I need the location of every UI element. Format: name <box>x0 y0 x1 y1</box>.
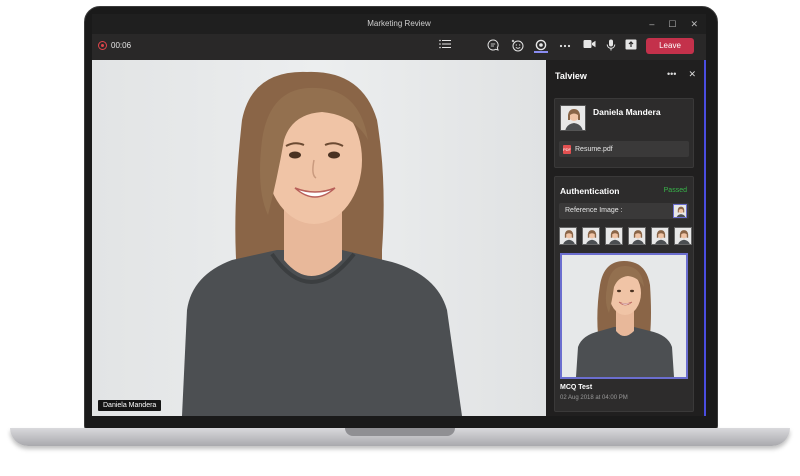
snapshot-thumb[interactable] <box>651 227 669 245</box>
talview-panel: Talview ••• ✕ Daniela Mandera PDF Resume… <box>546 60 706 416</box>
share-icon[interactable] <box>624 39 638 53</box>
screen: Marketing Review – ☐ ✕ 00:06 Leave Danie… <box>92 14 706 416</box>
leave-button[interactable]: Leave <box>646 38 694 54</box>
snapshot-thumb[interactable] <box>674 227 692 245</box>
test-timestamp: 02 Aug 2018 at 04:00 PM <box>560 395 628 401</box>
test-name: MCQ Test <box>560 384 593 391</box>
recording-indicator: 00:06 <box>98 41 131 50</box>
resume-filename: Resume.pdf <box>575 145 613 153</box>
chat-icon[interactable] <box>486 39 500 53</box>
pdf-icon: PDF <box>563 144 571 154</box>
title-bar: Marketing Review – ☐ ✕ <box>92 14 706 34</box>
panel-title: Talview <box>555 71 587 81</box>
close-window-button[interactable]: ✕ <box>690 14 698 34</box>
participant-photo <box>182 71 462 416</box>
laptop-notch <box>345 428 455 436</box>
snapshot-thumb[interactable] <box>582 227 600 245</box>
snapshot-thumb[interactable] <box>559 227 577 245</box>
panel-more-icon[interactable]: ••• <box>667 69 676 80</box>
window-title: Marketing Review <box>367 19 431 28</box>
close-icon[interactable]: ✕ <box>688 69 696 80</box>
apps-icon[interactable] <box>534 39 548 53</box>
candidate-name: Daniela Mandera <box>593 107 661 117</box>
panel-accent-border <box>704 60 706 416</box>
snapshot-thumbnails <box>559 227 692 245</box>
window-controls: – ☐ ✕ <box>649 14 698 34</box>
snapshot-thumb[interactable] <box>605 227 623 245</box>
participant-name-tag: Daniela Mandera <box>98 400 162 411</box>
record-icon <box>98 41 107 50</box>
meeting-toolbar: 00:06 Leave <box>92 34 706 60</box>
reference-image-label: Reference Image : <box>565 207 623 214</box>
snapshot-thumb[interactable] <box>628 227 646 245</box>
camera-icon[interactable] <box>582 39 596 53</box>
selected-snapshot[interactable] <box>560 253 688 379</box>
reactions-icon[interactable] <box>510 39 524 53</box>
authentication-title: Authentication <box>560 186 620 196</box>
authentication-card: Authentication Passed Reference Image : <box>554 176 694 412</box>
resume-attachment[interactable]: PDF Resume.pdf <box>559 141 689 157</box>
minimize-button[interactable]: – <box>649 14 654 34</box>
reference-image-row: Reference Image : <box>559 203 689 219</box>
more-icon[interactable] <box>558 39 572 53</box>
panel-actions: ••• ✕ <box>667 69 696 80</box>
participant-video: Daniela Mandera <box>92 60 546 416</box>
maximize-button[interactable]: ☐ <box>668 14 676 34</box>
mic-icon[interactable] <box>604 39 618 53</box>
meeting-timer: 00:06 <box>111 41 132 50</box>
authentication-status: Passed <box>663 187 687 194</box>
reference-image-thumb[interactable] <box>673 204 687 218</box>
candidate-card: Daniela Mandera PDF Resume.pdf <box>554 98 694 168</box>
candidate-avatar <box>560 105 586 131</box>
list-icon[interactable] <box>438 39 452 53</box>
